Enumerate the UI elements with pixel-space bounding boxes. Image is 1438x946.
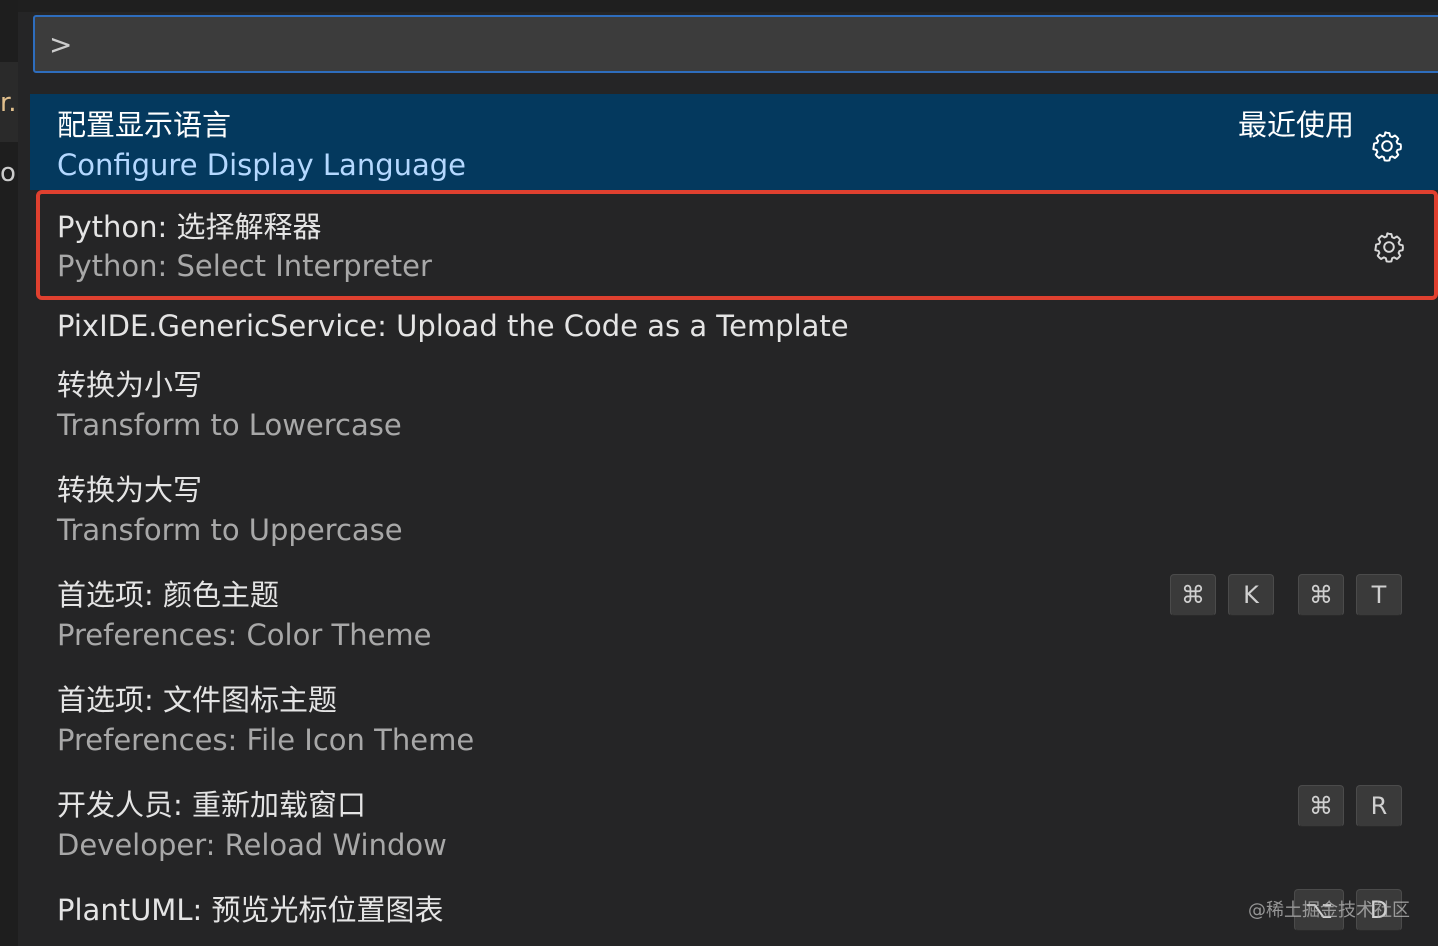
command-item-select-interpreter[interactable]: Python: 选择解释器 Python: Select Interpreter [36, 190, 1438, 300]
keycap-command: ⌘ [1298, 574, 1344, 616]
keycap-command: ⌘ [1298, 785, 1344, 827]
command-palette-input[interactable] [35, 17, 1438, 71]
editor-background: r. o [0, 0, 18, 946]
command-label: Python: 选择解释器 [57, 210, 322, 244]
command-item-color-theme[interactable]: 首选项: 颜色主题 Preferences: Color Theme ⌘ K ⌘… [30, 564, 1438, 669]
keybinding: ⌘ R [1286, 785, 1402, 827]
keybinding: ⌘ K ⌘ T [1158, 574, 1402, 616]
command-description: Preferences: Color Theme [57, 618, 432, 652]
keycap: T [1356, 574, 1402, 616]
editor-text-fragment: o [0, 158, 16, 188]
recently-used-badge: 最近使用 [1237, 108, 1354, 142]
command-description: Preferences: File Icon Theme [57, 723, 475, 757]
widget-top-edge [18, 0, 1438, 12]
command-label: 转换为小写 [57, 368, 203, 402]
command-label: PixIDE.GenericService: Upload the Code a… [57, 309, 849, 343]
command-label: 首选项: 颜色主题 [57, 578, 279, 612]
command-description: Transform to Lowercase [57, 408, 402, 442]
command-item-upload-template[interactable]: PixIDE.GenericService: Upload the Code a… [30, 300, 1438, 354]
command-description: Configure Display Language [57, 148, 467, 182]
command-description: Transform to Uppercase [57, 513, 403, 547]
command-description: Developer: Reload Window [57, 828, 447, 862]
command-label: PlantUML: 预览光标位置图表 [57, 893, 444, 927]
gear-icon[interactable] [1371, 229, 1407, 265]
command-item-transform-uppercase[interactable]: 转换为大写 Transform to Uppercase [30, 459, 1438, 564]
command-palette-input-box[interactable] [33, 15, 1438, 73]
gear-icon[interactable] [1369, 128, 1405, 164]
command-description: Python: Select Interpreter [57, 249, 432, 283]
command-label: 配置显示语言 [57, 108, 232, 142]
command-label: 开发人员: 重新加载窗口 [57, 788, 366, 822]
watermark: @稀土掘金技术社区 [1248, 900, 1410, 921]
keycap: R [1356, 785, 1402, 827]
keycap: K [1228, 574, 1274, 616]
command-item-configure-display-language[interactable]: 配置显示语言 Configure Display Language 最近使用 [30, 94, 1438, 190]
command-list: 配置显示语言 Configure Display Language 最近使用 P… [30, 94, 1438, 939]
command-label: 转换为大写 [57, 473, 203, 507]
command-item-plantuml-preview[interactable]: PlantUML: 预览光标位置图表 ⌥ D [30, 879, 1438, 939]
editor-text-fragment: r. [0, 88, 17, 118]
command-label: 首选项: 文件图标主题 [57, 683, 337, 717]
command-item-reload-window[interactable]: 开发人员: 重新加载窗口 Developer: Reload Window ⌘ … [30, 774, 1438, 879]
command-item-transform-lowercase[interactable]: 转换为小写 Transform to Lowercase [30, 354, 1438, 459]
command-item-file-icon-theme[interactable]: 首选项: 文件图标主题 Preferences: File Icon Theme [30, 669, 1438, 774]
keycap-command: ⌘ [1170, 574, 1216, 616]
